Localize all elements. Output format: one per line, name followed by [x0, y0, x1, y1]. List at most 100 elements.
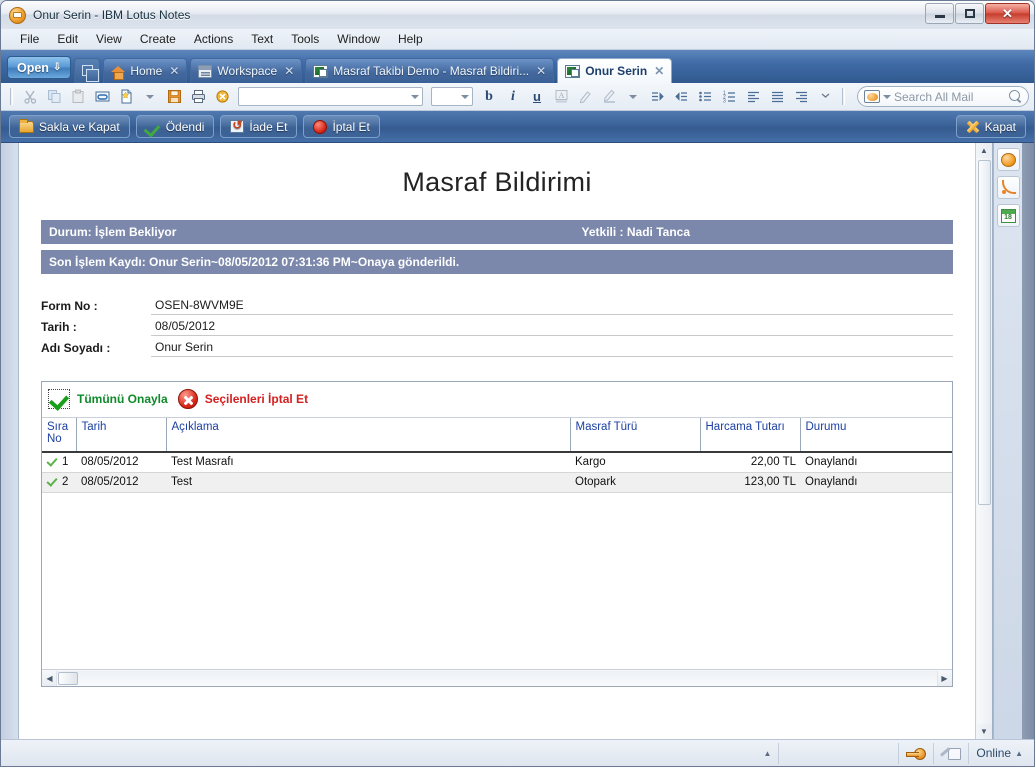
- odendi-button[interactable]: Ödendi: [135, 115, 215, 138]
- italic-button[interactable]: i: [502, 86, 524, 108]
- restore-button[interactable]: [955, 3, 984, 24]
- menu-bar: File Edit View Create Actions Text Tools…: [1, 29, 1034, 50]
- cancel-selected-action[interactable]: Seçilenleri İptal Et: [177, 389, 308, 409]
- toolbar-grip[interactable]: [10, 88, 13, 105]
- status-security-cell[interactable]: [899, 742, 935, 764]
- indent-right-icon[interactable]: [646, 86, 668, 108]
- hscroll-track[interactable]: [56, 670, 938, 686]
- cut-icon[interactable]: [19, 86, 41, 108]
- tab-home-close-icon[interactable]: ✕: [169, 64, 179, 78]
- search-scope-icon[interactable]: [864, 90, 880, 103]
- save-icon[interactable]: [163, 86, 185, 108]
- scroll-right-icon[interactable]: ▶: [938, 671, 951, 686]
- indent-left-icon[interactable]: [670, 86, 692, 108]
- scroll-down-icon[interactable]: ▼: [977, 724, 992, 739]
- menu-view[interactable]: View: [87, 30, 131, 48]
- field-form-no-value[interactable]: OSEN-8WVM9E: [151, 298, 953, 315]
- calendar-icon: 18: [1000, 208, 1016, 223]
- tab-masraf-takibi-demo[interactable]: Masraf Takibi Demo - Masraf Bildiri... ✕: [305, 58, 555, 83]
- menu-window[interactable]: Window: [328, 30, 389, 48]
- menu-help[interactable]: Help: [389, 30, 432, 48]
- new-document-dropdown-icon[interactable]: [139, 86, 161, 108]
- column-header-aciklama[interactable]: Açıklama: [165, 418, 570, 453]
- column-header-durumu[interactable]: Durumu: [799, 418, 952, 453]
- column-header-sira-no[interactable]: Sıra No: [42, 418, 76, 453]
- link-icon[interactable]: [91, 86, 113, 108]
- view-horizontal-scrollbar[interactable]: ◀ ▶: [42, 669, 952, 686]
- window-list-button[interactable]: [74, 58, 101, 83]
- underline-button[interactable]: u: [526, 86, 548, 108]
- sidebar-item-sametime[interactable]: [996, 148, 1020, 171]
- highlighter-icon[interactable]: [574, 86, 596, 108]
- search-icon[interactable]: [1009, 90, 1022, 103]
- text-color-dropdown-icon[interactable]: [622, 86, 644, 108]
- new-document-icon[interactable]: [115, 86, 137, 108]
- toolbar-overflow-icon[interactable]: [814, 86, 836, 108]
- cancel-icon[interactable]: [211, 86, 233, 108]
- field-adi-soyadi-value[interactable]: Onur Serin: [151, 340, 953, 357]
- font-size-select[interactable]: [431, 87, 473, 106]
- minimize-icon: [934, 15, 945, 18]
- align-justify-icon[interactable]: [766, 86, 788, 108]
- print-icon[interactable]: [187, 86, 209, 108]
- hscroll-thumb[interactable]: [58, 671, 78, 685]
- close-button[interactable]: ✕: [985, 3, 1030, 24]
- tab-workspace[interactable]: Workspace ✕: [190, 58, 303, 83]
- cancel-stop-icon: [313, 119, 328, 134]
- toolbar-grip-2[interactable]: [842, 88, 845, 105]
- menu-tools[interactable]: Tools: [282, 30, 328, 48]
- row-check-icon: [47, 456, 58, 466]
- vscroll-track[interactable]: [976, 158, 992, 724]
- edit-lock-icon: [941, 746, 962, 760]
- table-row[interactable]: 2 08/05/2012 Test Otopark 123,00 TL Onay…: [42, 472, 952, 493]
- paste-icon[interactable]: [67, 86, 89, 108]
- open-button[interactable]: Open ⇩: [7, 56, 72, 79]
- iade-et-button[interactable]: İade Et: [220, 115, 298, 138]
- numbered-list-icon[interactable]: 123: [718, 86, 740, 108]
- font-color-icon[interactable]: A: [550, 86, 572, 108]
- sidebar-item-calendar[interactable]: 18: [996, 204, 1020, 227]
- sidebar-item-feeds[interactable]: [996, 176, 1020, 199]
- bold-icon: b: [485, 88, 493, 104]
- svg-text:3: 3: [723, 98, 726, 104]
- align-left-icon[interactable]: [742, 86, 764, 108]
- kapat-button[interactable]: Kapat: [955, 115, 1026, 138]
- cell-tarih: 08/05/2012: [76, 472, 166, 493]
- copy-icon[interactable]: [43, 86, 65, 108]
- menu-create[interactable]: Create: [131, 30, 185, 48]
- tab-onur-serin-close-icon[interactable]: ✕: [654, 64, 664, 78]
- status-expand-button[interactable]: ▲: [756, 742, 780, 764]
- scroll-left-icon[interactable]: ◀: [43, 671, 56, 686]
- menu-edit[interactable]: Edit: [48, 30, 87, 48]
- menu-file[interactable]: File: [11, 30, 48, 48]
- search-box[interactable]: Search All Mail: [857, 86, 1029, 107]
- bold-button[interactable]: b: [478, 86, 500, 108]
- tab-masraf-takibi-demo-close-icon[interactable]: ✕: [536, 64, 546, 78]
- font-family-select[interactable]: [238, 87, 423, 106]
- column-header-masraf-turu[interactable]: Masraf Türü: [569, 418, 700, 453]
- status-edit-cell[interactable]: [934, 742, 970, 764]
- menu-text[interactable]: Text: [242, 30, 282, 48]
- field-tarih-value[interactable]: 08/05/2012: [151, 319, 953, 336]
- minimize-button[interactable]: [925, 3, 954, 24]
- menu-actions[interactable]: Actions: [185, 30, 242, 48]
- tab-home[interactable]: Home ✕: [103, 58, 188, 83]
- sakla-ve-kapat-button[interactable]: Sakla ve Kapat: [9, 115, 130, 138]
- status-online-indicator[interactable]: Online ▲: [969, 743, 1030, 764]
- tab-onur-serin[interactable]: Onur Serin ✕: [557, 58, 673, 83]
- body-area: Masraf Bildirimi Durum: İşlem Bekliyor Y…: [1, 143, 1034, 739]
- table-row[interactable]: 1 08/05/2012 Test Masrafı Kargo 22,00 TL…: [42, 452, 952, 473]
- search-input[interactable]: Search All Mail: [894, 90, 1006, 104]
- approve-all-action[interactable]: Tümünü Onayla: [48, 389, 168, 409]
- tab-workspace-close-icon[interactable]: ✕: [284, 64, 294, 78]
- bullet-list-icon[interactable]: [694, 86, 716, 108]
- vscroll-thumb[interactable]: [977, 160, 991, 505]
- text-color-icon[interactable]: [598, 86, 620, 108]
- iptal-et-button[interactable]: İptal Et: [303, 115, 380, 138]
- align-right-icon[interactable]: [790, 86, 812, 108]
- scroll-up-icon[interactable]: ▲: [977, 143, 992, 158]
- column-header-tarih[interactable]: Tarih: [75, 418, 166, 453]
- column-header-harcama-tutari[interactable]: Harcama Tutarı: [699, 418, 800, 453]
- chevron-down-icon[interactable]: [883, 94, 891, 99]
- document-vertical-scrollbar[interactable]: ▲ ▼: [975, 143, 992, 739]
